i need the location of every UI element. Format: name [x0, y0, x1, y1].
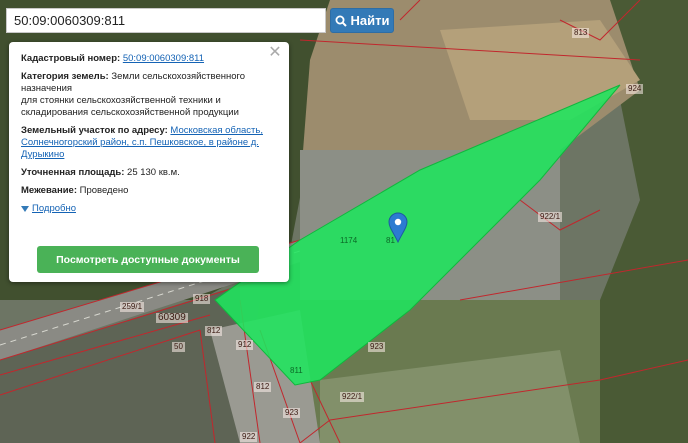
search-icon: [335, 15, 347, 27]
address-row: Земельный участок по адресу: Московская …: [21, 125, 277, 161]
map-label: 923: [283, 408, 301, 418]
cadastral-row: Кадастровый номер: 50:09:0060309:811: [21, 53, 277, 65]
cadastral-number-link[interactable]: 50:09:0060309:811: [123, 53, 204, 64]
purpose-line-1: для стоянки сельскохозяйственной техники…: [21, 95, 221, 106]
search-button[interactable]: Найти: [330, 8, 394, 33]
details-toggle[interactable]: Подробно: [21, 203, 277, 215]
map-label: 811: [290, 366, 303, 375]
map-label: 924: [626, 84, 644, 94]
map-label: 1174: [340, 236, 358, 245]
category-label: Категория земель:: [21, 71, 109, 82]
map-label: 60309: [156, 312, 188, 323]
area-value: 25 130 кв.м.: [127, 167, 180, 178]
map-label: 813: [572, 28, 590, 38]
area-label: Уточненная площадь:: [21, 167, 125, 178]
address-label: Земельный участок по адресу:: [21, 125, 168, 136]
map-label: 922/1: [538, 212, 563, 222]
map-label: 50: [172, 342, 185, 352]
details-link[interactable]: Подробно: [32, 203, 76, 215]
map-label: 923: [368, 342, 386, 352]
view-documents-button[interactable]: Посмотреть доступные документы: [37, 246, 259, 273]
survey-value: Проведено: [79, 185, 129, 196]
cadastral-label: Кадастровый номер:: [21, 53, 121, 64]
close-icon[interactable]: ✕: [268, 45, 282, 61]
map-label: 922: [240, 432, 258, 442]
area-row: Уточненная площадь: 25 130 кв.м.: [21, 167, 277, 179]
survey-row: Межевание: Проведено: [21, 185, 277, 197]
parcel-info-popup: ✕ Кадастровый номер: 50:09:0060309:811 К…: [9, 42, 289, 282]
map-label: 922/1: [340, 392, 365, 402]
map-label: 812: [254, 382, 272, 392]
survey-label: Межевание:: [21, 185, 77, 196]
search-button-label: Найти: [350, 13, 390, 28]
map-label: 81: [386, 236, 395, 245]
map-label: 918: [193, 294, 211, 304]
map-label: 812: [205, 326, 223, 336]
map-label: 912: [236, 340, 254, 350]
purpose-line-2: складирования сельскохозяйственной проду…: [21, 107, 239, 118]
search-input[interactable]: [6, 8, 326, 33]
category-row: Категория земель: Земли сельскохозяйстве…: [21, 71, 277, 119]
caret-down-icon: [21, 206, 29, 212]
map-label: 259/1: [120, 302, 145, 312]
